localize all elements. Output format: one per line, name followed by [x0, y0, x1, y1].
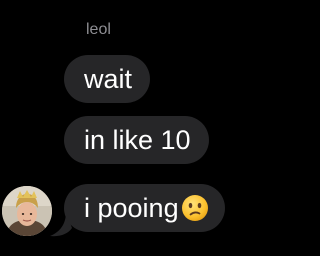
message-text: wait	[84, 64, 133, 94]
message-bubble[interactable]: in like 10	[64, 116, 209, 164]
avatar-photo	[2, 186, 52, 236]
confused-face-emoji-icon	[181, 189, 209, 221]
message-text: in like 10	[84, 125, 191, 155]
message-bubble[interactable]: wait	[64, 55, 151, 103]
message-bubble[interactable]: i pooing	[64, 184, 225, 232]
sender-name: leol	[86, 21, 111, 38]
contact-avatar[interactable]	[2, 186, 52, 236]
message-text: i pooing	[84, 193, 179, 223]
